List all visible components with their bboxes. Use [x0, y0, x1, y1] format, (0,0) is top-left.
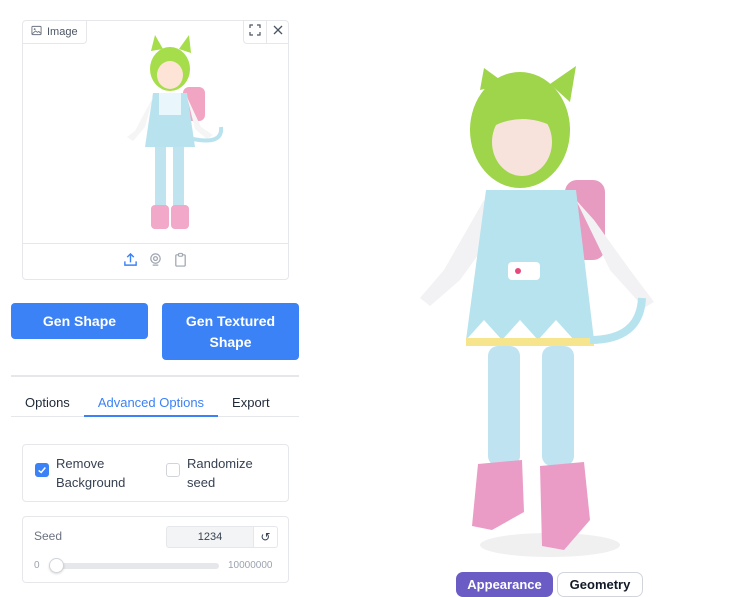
appearance-button[interactable]: Appearance	[456, 572, 553, 597]
model-3d-viewer[interactable]	[380, 40, 700, 570]
remove-background-checkbox[interactable]	[35, 463, 49, 477]
image-source-toolbar	[23, 243, 288, 279]
gen-shape-button[interactable]: Gen Shape	[11, 303, 148, 339]
slider-min-label: 0	[34, 560, 40, 571]
view-mode-toggle: Appearance Geometry	[456, 572, 643, 597]
background-options-group: Remove Background Randomize seed	[22, 444, 289, 502]
tab-options[interactable]: Options	[11, 390, 84, 417]
seed-label: Seed	[34, 529, 63, 543]
randomize-seed-label: Randomize seed	[187, 456, 253, 490]
webcam-icon[interactable]	[148, 252, 163, 272]
remove-background-option[interactable]: Remove Background	[35, 454, 136, 492]
seed-slider-thumb[interactable]	[49, 558, 64, 573]
reset-icon: ↺	[260, 530, 271, 544]
seed-control: Seed 1234 ↺ 0 10000000	[22, 516, 289, 583]
upload-icon[interactable]	[123, 252, 138, 272]
seed-slider-track[interactable]	[49, 563, 219, 569]
options-tabs: Options Advanced Options Export	[11, 390, 299, 417]
clipboard-icon[interactable]	[173, 252, 188, 272]
section-divider	[11, 375, 299, 377]
tab-advanced-options[interactable]: Advanced Options	[83, 390, 219, 417]
randomize-seed-option[interactable]: Randomize seed	[166, 454, 267, 492]
remove-background-label: Remove Background	[56, 456, 126, 490]
gen-textured-shape-button[interactable]: Gen Textured Shape	[162, 303, 299, 360]
uploaded-image-preview[interactable]	[23, 27, 288, 252]
randomize-seed-checkbox[interactable]	[166, 463, 180, 477]
geometry-button[interactable]: Geometry	[557, 572, 643, 597]
image-input-panel: Image	[22, 20, 289, 280]
slider-max-label: 10000000	[228, 560, 273, 571]
seed-number-input[interactable]: 1234	[166, 526, 254, 548]
seed-reset-button[interactable]: ↺	[254, 526, 278, 548]
tab-export[interactable]: Export	[218, 390, 284, 417]
